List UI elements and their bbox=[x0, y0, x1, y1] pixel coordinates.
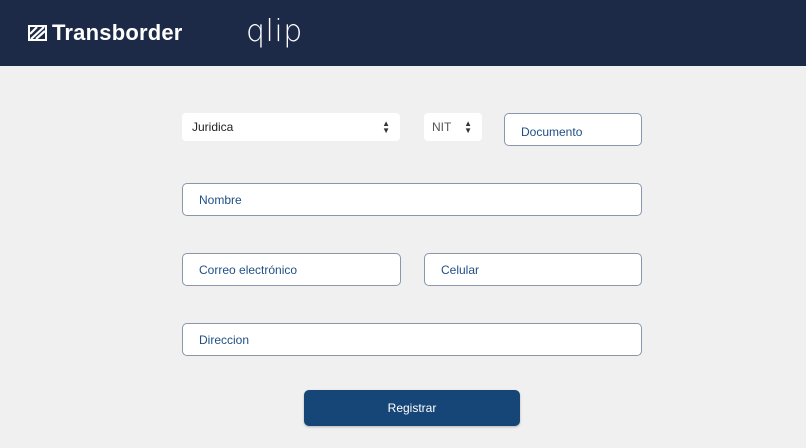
celular-placeholder: Celular bbox=[441, 262, 480, 277]
brand-logo: Transborder bbox=[28, 20, 183, 46]
person-type-value: Juridica bbox=[192, 120, 234, 134]
transborder-logo-icon bbox=[28, 25, 47, 41]
sort-arrows-icon: ▲ ▼ bbox=[382, 119, 390, 135]
product-name: qlip bbox=[246, 14, 303, 49]
header-bar: Transborder qlip bbox=[0, 0, 806, 66]
direccion-input[interactable]: Direccion bbox=[182, 323, 642, 356]
direccion-placeholder: Direccion bbox=[199, 332, 250, 347]
nombre-placeholder: Nombre bbox=[199, 192, 242, 207]
celular-input[interactable]: Celular bbox=[424, 253, 642, 286]
person-type-select[interactable]: Juridica ▲ ▼ bbox=[182, 113, 400, 141]
correo-input[interactable]: Correo electrónico bbox=[182, 253, 401, 286]
registrar-label: Registrar bbox=[387, 401, 437, 415]
doc-type-value: NIT bbox=[432, 120, 452, 134]
brand-name: Transborder bbox=[52, 20, 183, 45]
doc-type-select[interactable]: NIT ▲ ▼ bbox=[424, 113, 482, 141]
documento-input[interactable]: Documento bbox=[504, 113, 642, 146]
sort-arrows-icon: ▲ ▼ bbox=[464, 119, 472, 135]
registrar-button[interactable]: Registrar bbox=[304, 390, 520, 426]
nombre-input[interactable]: Nombre bbox=[182, 183, 642, 216]
correo-placeholder: Correo electrónico bbox=[199, 262, 298, 277]
documento-placeholder: Documento bbox=[521, 124, 583, 139]
